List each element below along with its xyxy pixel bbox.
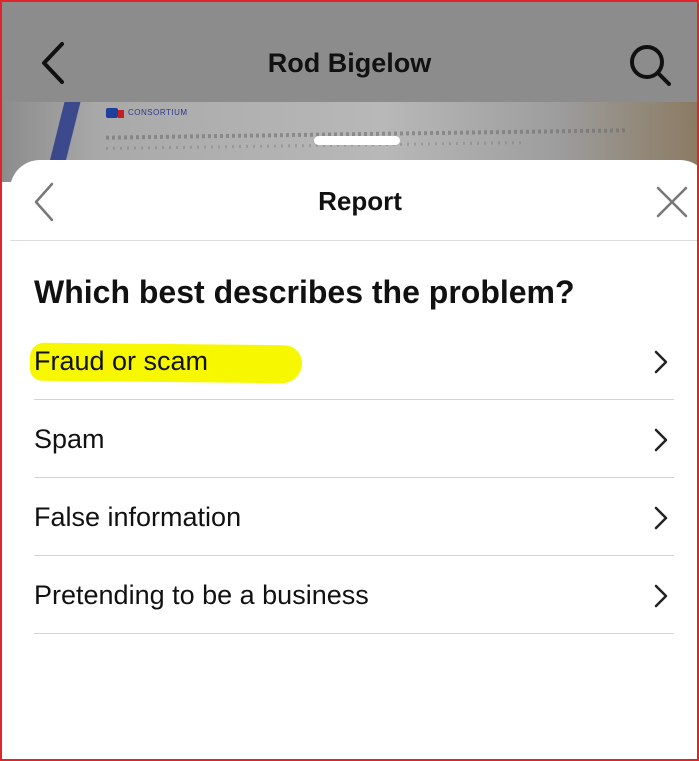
report-option-spam[interactable]: Spam <box>34 400 674 478</box>
option-label: Spam <box>34 424 105 454</box>
chevron-right-icon <box>654 428 668 452</box>
consortium-logo <box>106 108 118 118</box>
report-question: Which best describes the problem? <box>34 274 575 310</box>
screenshot-frame: Rod Bigelow CONSORTIUM Report Which best… <box>0 0 699 761</box>
consortium-logo-mark <box>118 110 124 118</box>
chevron-right-icon <box>654 506 668 530</box>
search-icon[interactable] <box>627 42 673 88</box>
chevron-right-icon <box>654 584 668 608</box>
option-label: Pretending to be a business <box>34 580 369 610</box>
profile-header: Rod Bigelow <box>2 2 697 102</box>
sheet-title: Report <box>318 186 402 216</box>
report-sheet: Report Which best describes the problem?… <box>10 160 697 759</box>
option-label: False information <box>34 502 242 532</box>
consortium-logo-text: CONSORTIUM <box>128 108 188 117</box>
report-option-false-information[interactable]: False information <box>34 478 674 556</box>
option-label: Fraud or scam <box>34 346 209 376</box>
sheet-drag-handle[interactable] <box>314 136 400 145</box>
report-option-fraud-or-scam[interactable]: Fraud or scam <box>29 322 674 400</box>
close-icon[interactable] <box>652 182 692 222</box>
sheet-header: Report <box>10 160 697 241</box>
chevron-right-icon <box>654 350 668 374</box>
profile-name: Rod Bigelow <box>267 48 432 78</box>
report-option-pretending-to-be-a-business[interactable]: Pretending to be a business <box>34 556 674 634</box>
report-options-list: Fraud or scam Spam False information Pre… <box>29 322 674 634</box>
